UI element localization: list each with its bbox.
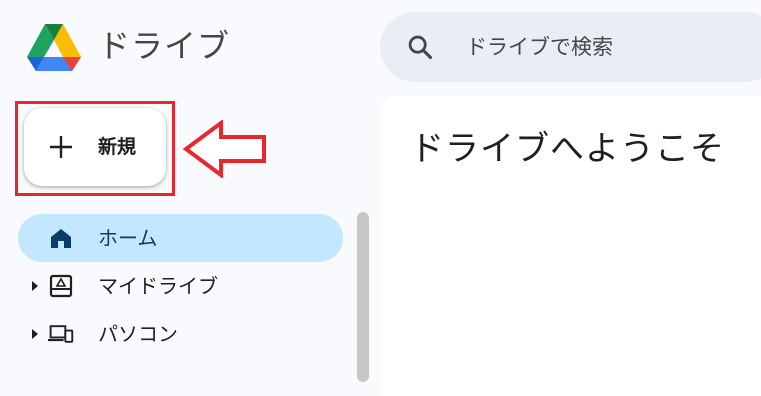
sidebar-item-home[interactable]: ホーム — [18, 214, 343, 262]
annotation-arrow-icon — [183, 120, 266, 178]
sidebar-item-label: パソコン — [98, 322, 178, 346]
chevron-right-icon[interactable] — [32, 281, 38, 291]
sidebar-item-computers[interactable]: パソコン — [18, 310, 343, 358]
sidebar-scrollbar[interactable] — [357, 212, 369, 382]
google-drive-logo — [27, 24, 81, 71]
annotation-highlight-box — [15, 101, 175, 196]
page-title: ドライブへようこそ — [410, 129, 725, 169]
my-drive-icon — [49, 274, 73, 298]
app-title: ドライブ — [98, 27, 231, 65]
sidebar-item-my-drive[interactable]: マイドライブ — [18, 262, 343, 310]
home-icon — [51, 229, 71, 248]
chevron-right-icon[interactable] — [32, 329, 38, 339]
main-content: ドライブへようこそ — [380, 96, 761, 396]
sidebar-item-label: マイドライブ — [98, 274, 218, 298]
search-bar[interactable]: ドライブで検索 — [380, 12, 761, 82]
sidebar-item-label: ホーム — [98, 226, 158, 250]
search-input[interactable]: ドライブで検索 — [466, 34, 613, 60]
search-icon[interactable] — [406, 33, 434, 61]
computers-icon — [48, 325, 74, 343]
